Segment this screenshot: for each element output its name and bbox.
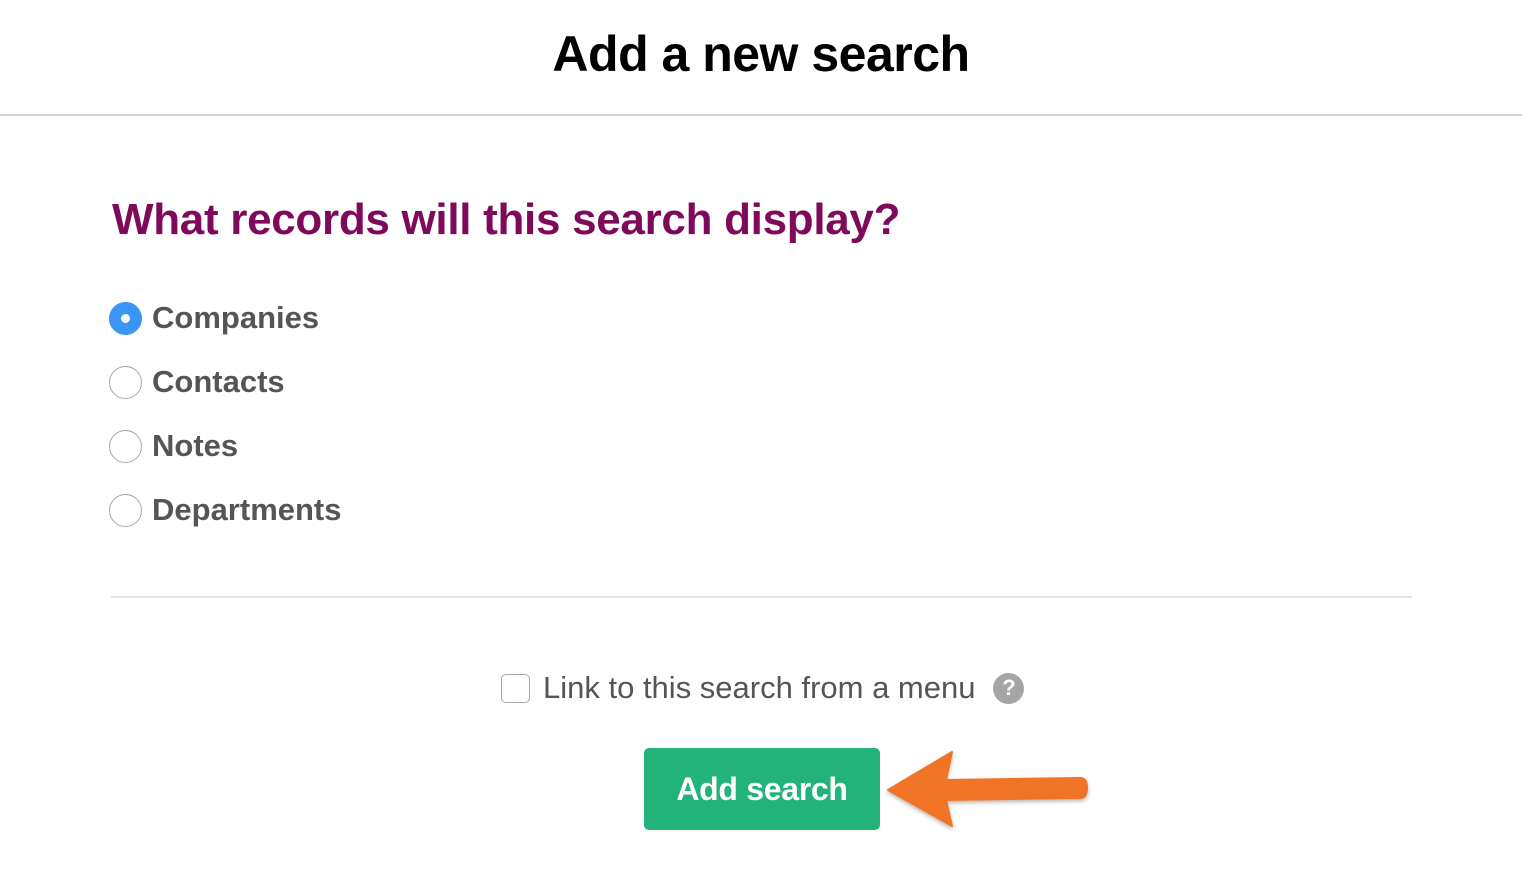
radio-button-contacts[interactable] (109, 365, 142, 399)
menu-link-option: Link to this search from a menu ? (501, 668, 1025, 708)
menu-link-label[interactable]: Link to this search from a menu (543, 668, 975, 708)
radio-label-contacts[interactable]: Contacts (152, 362, 285, 402)
radio-button-departments[interactable] (109, 493, 142, 527)
radio-option-companies[interactable]: Companies (109, 286, 342, 350)
page-header: Add a new search (0, 0, 1522, 116)
radio-label-companies[interactable]: Companies (152, 298, 319, 338)
radio-button-notes[interactable] (109, 429, 142, 463)
radio-label-notes[interactable]: Notes (152, 426, 238, 466)
section-divider (111, 596, 1412, 598)
records-question: What records will this search display? (112, 195, 901, 244)
radio-button-companies[interactable] (109, 301, 142, 335)
page-title: Add a new search (552, 26, 970, 82)
radio-label-departments[interactable]: Departments (152, 490, 342, 530)
arrow-left-icon (887, 751, 1088, 827)
radio-option-contacts[interactable]: Contacts (109, 350, 342, 414)
add-search-page: Add a new search What records will this … (0, 0, 1522, 876)
radio-option-departments[interactable]: Departments (109, 478, 342, 542)
radio-option-notes[interactable]: Notes (109, 414, 342, 478)
menu-link-checkbox[interactable] (501, 673, 530, 703)
record-type-radio-group: Companies Contacts Notes Departments (109, 286, 342, 542)
question-circle-icon[interactable]: ? (993, 672, 1025, 704)
add-search-button[interactable]: Add search (644, 748, 880, 830)
